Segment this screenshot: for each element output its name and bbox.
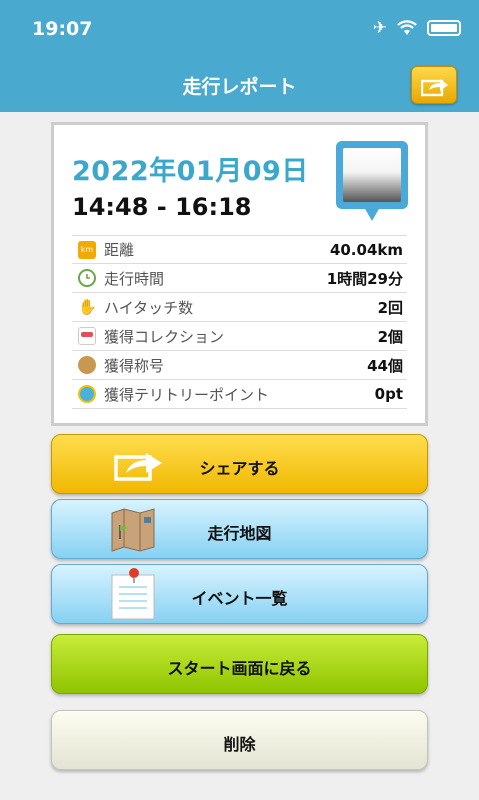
stat-label: 獲得コレクション bbox=[104, 327, 225, 346]
map-button-label: 走行地図 bbox=[207, 524, 272, 543]
events-button-label: イベント一覧 bbox=[191, 589, 288, 608]
stat-row-collection: 獲得コレクション 2個 bbox=[72, 322, 407, 351]
status-icons: ✈ bbox=[373, 18, 461, 38]
stat-row-hightouch: ✋ ハイタッチ数 2回 bbox=[72, 293, 407, 322]
wifi-icon bbox=[397, 20, 417, 35]
stat-value: 1時間29分 bbox=[326, 269, 403, 288]
nav-bar: 走行レポート bbox=[0, 58, 479, 112]
stat-row-titles: 獲得称号 44個 bbox=[72, 351, 407, 380]
share-top-button[interactable] bbox=[411, 66, 457, 104]
report-card: 2022年01月09日 14:48 - 16:18 km 距離 40.04km … bbox=[51, 122, 428, 426]
battery-icon bbox=[427, 20, 461, 36]
back-to-start-label: スタート画面に戻る bbox=[167, 659, 312, 678]
stat-value: 2回 bbox=[377, 298, 403, 317]
share-button-label: シェアする bbox=[199, 459, 280, 478]
delete-button[interactable]: 削除 bbox=[51, 710, 428, 770]
stat-row-duration: 走行時間 1時間29分 bbox=[72, 264, 407, 293]
stat-label: ハイタッチ数 bbox=[104, 298, 194, 317]
stat-row-territory: 獲得テリトリーポイント 0pt bbox=[72, 380, 407, 409]
stat-row-distance: km 距離 40.04km bbox=[72, 235, 407, 264]
collection-icon bbox=[78, 327, 96, 345]
status-bar: 19:07 ✈ bbox=[0, 0, 479, 58]
back-to-start-button[interactable]: スタート画面に戻る bbox=[51, 634, 428, 694]
stat-value: 40.04km bbox=[329, 240, 403, 259]
report-time-range: 14:48 - 16:18 bbox=[72, 193, 252, 221]
title-icon bbox=[78, 356, 96, 374]
territory-icon bbox=[78, 385, 96, 403]
stat-label: 獲得テリトリーポイント bbox=[104, 385, 270, 404]
delete-button-label: 削除 bbox=[223, 735, 256, 754]
map-pin-icon bbox=[336, 141, 408, 221]
stats-list: km 距離 40.04km 走行時間 1時間29分 ✋ ハイタッチ数 2回 獲得… bbox=[72, 235, 407, 409]
hand-icon: ✋ bbox=[78, 298, 97, 316]
km-icon: km bbox=[78, 240, 96, 259]
share-button[interactable]: シェアする bbox=[51, 434, 428, 494]
stat-label: 獲得称号 bbox=[104, 356, 165, 375]
stat-value: 2個 bbox=[377, 327, 403, 346]
clock-icon bbox=[78, 269, 96, 287]
stat-value: 44個 bbox=[367, 356, 403, 375]
stat-value: 0pt bbox=[374, 385, 403, 403]
airplane-icon: ✈ bbox=[372, 18, 387, 38]
stat-label: 走行時間 bbox=[104, 269, 165, 288]
share-icon bbox=[421, 79, 448, 97]
events-button[interactable]: イベント一覧 bbox=[51, 564, 428, 624]
report-date: 2022年01月09日 bbox=[72, 156, 309, 187]
stat-label: 距離 bbox=[104, 241, 135, 259]
page-title: 走行レポート bbox=[182, 76, 297, 98]
status-time: 19:07 bbox=[32, 18, 93, 40]
map-button[interactable]: 走行地図 bbox=[51, 499, 428, 559]
